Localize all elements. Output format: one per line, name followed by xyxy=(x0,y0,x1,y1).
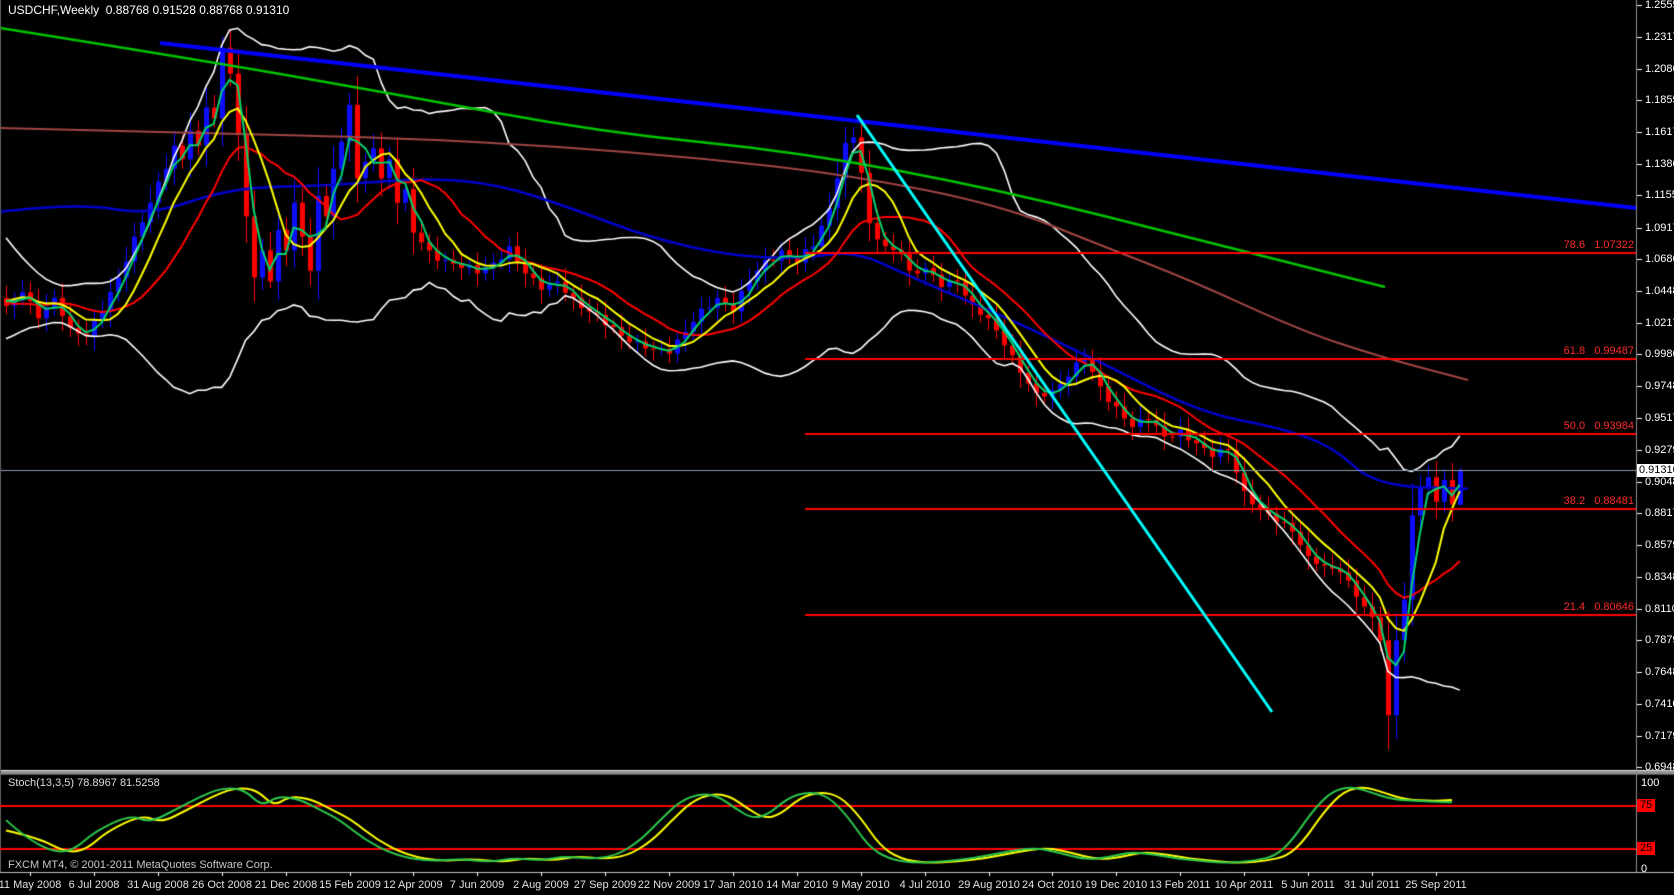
fib-level-label: 50.0 0.93984 xyxy=(1563,420,1634,432)
price-tick-label: 0.78790 xyxy=(1645,634,1674,646)
mt4-chart-window: USDCHF,Weekly 0.88768 0.91528 0.88768 0.… xyxy=(0,0,1674,895)
fib-level-label: 38.2 0.88481 xyxy=(1563,495,1634,507)
date-tick-label: 24 Oct 2010 xyxy=(1022,879,1082,891)
date-tick-label: 7 Jun 2009 xyxy=(449,879,505,891)
date-tick-label: 14 Mar 2010 xyxy=(766,879,828,891)
stoch-level-label: 0 xyxy=(1641,863,1648,875)
date-tick-label: 21 Dec 2008 xyxy=(254,879,318,891)
price-tick-label: 0.99860 xyxy=(1645,348,1674,360)
stochastic-main-value: 78.8967 xyxy=(77,777,117,789)
date-tick-label: 31 Aug 2008 xyxy=(127,879,189,891)
price-tick-label: 1.23170 xyxy=(1645,31,1674,43)
price-tick-label: 1.18550 xyxy=(1645,94,1674,106)
price-tick-label: 1.04480 xyxy=(1645,285,1674,297)
stoch-level-badge: 25 xyxy=(1637,842,1656,855)
price-tick-label: 1.20860 xyxy=(1645,63,1674,75)
date-tick-label: 26 Oct 2008 xyxy=(192,879,252,891)
fib-level-label: 61.8 0.99487 xyxy=(1563,345,1634,357)
date-tick-label: 10 Apr 2011 xyxy=(1214,879,1274,891)
date-tick-label: 27 Sep 2009 xyxy=(573,879,637,891)
date-tick-label: 9 May 2010 xyxy=(832,879,890,891)
date-tick-label: 13 Feb 2011 xyxy=(1149,879,1211,891)
stochastic-label: Stoch(13,3,5) 78.8967 81.5258 xyxy=(8,777,160,790)
price-tick-label: 0.83480 xyxy=(1645,571,1674,583)
price-tick-label: 1.06860 xyxy=(1645,253,1674,265)
date-tick-label: 19 Dec 2010 xyxy=(1084,879,1148,891)
price-tick-label: 0.97480 xyxy=(1645,380,1674,392)
fib-level-label: 21.4 0.80646 xyxy=(1563,601,1634,613)
price-tick-label: 1.16170 xyxy=(1645,126,1674,138)
copyright-text: FXCM MT4, © 2001-2011 MetaQuotes Softwar… xyxy=(8,859,273,871)
chart-title: USDCHF,Weekly 0.88768 0.91528 0.88768 0.… xyxy=(8,3,290,17)
price-tick-label: 1.02170 xyxy=(1645,317,1674,329)
date-tick-label: 17 Jan 2010 xyxy=(702,879,764,891)
stoch-level-label: 100 xyxy=(1641,777,1660,789)
fib-level-label: 78.6 1.07322 xyxy=(1563,239,1634,251)
date-tick-label: 12 Apr 2009 xyxy=(383,879,443,891)
price-tick-label: 0.95170 xyxy=(1645,412,1674,424)
price-tick-label: 0.81100 xyxy=(1645,603,1674,615)
chart-canvas[interactable] xyxy=(0,0,1674,895)
date-tick-label: 15 Feb 2009 xyxy=(319,879,381,891)
date-tick-label: 5 Jun 2011 xyxy=(1281,879,1335,891)
price-tick-label: 0.76480 xyxy=(1645,666,1674,678)
stochastic-signal-value: 81.5258 xyxy=(119,777,160,789)
price-tick-label: 0.90480 xyxy=(1645,476,1674,488)
price-tick-label: 1.09170 xyxy=(1645,222,1674,234)
date-tick-label: 29 Aug 2010 xyxy=(958,879,1020,891)
price-tick-label: 0.88170 xyxy=(1645,507,1674,519)
price-tick-label: 0.85790 xyxy=(1645,539,1674,551)
price-tick-label: 1.11550 xyxy=(1645,189,1674,201)
date-tick-label: 22 Nov 2009 xyxy=(637,879,701,891)
current-price-tag: 0.91310 xyxy=(1637,463,1674,477)
date-tick-label: 2 Aug 2009 xyxy=(513,879,569,891)
price-tick-label: 0.92790 xyxy=(1645,444,1674,456)
price-tick-label: 0.74100 xyxy=(1645,698,1674,710)
stoch-level-badge: 75 xyxy=(1637,799,1656,812)
stochastic-name: Stoch(13,3,5) xyxy=(8,777,75,789)
price-tick-label: 0.71790 xyxy=(1645,730,1674,742)
price-tick-label: 1.25550 xyxy=(1645,0,1674,11)
price-tick-label: 1.13860 xyxy=(1645,158,1674,170)
date-tick-label: 6 Jul 2008 xyxy=(68,879,120,891)
date-tick-label: 25 Sep 2011 xyxy=(1405,879,1467,891)
date-tick-label: 11 May 2008 xyxy=(0,879,62,891)
date-tick-label: 4 Jul 2010 xyxy=(899,879,951,891)
date-tick-label: 31 Jul 2011 xyxy=(1343,879,1401,891)
price-tick-label: 0.69480 xyxy=(1645,761,1674,773)
